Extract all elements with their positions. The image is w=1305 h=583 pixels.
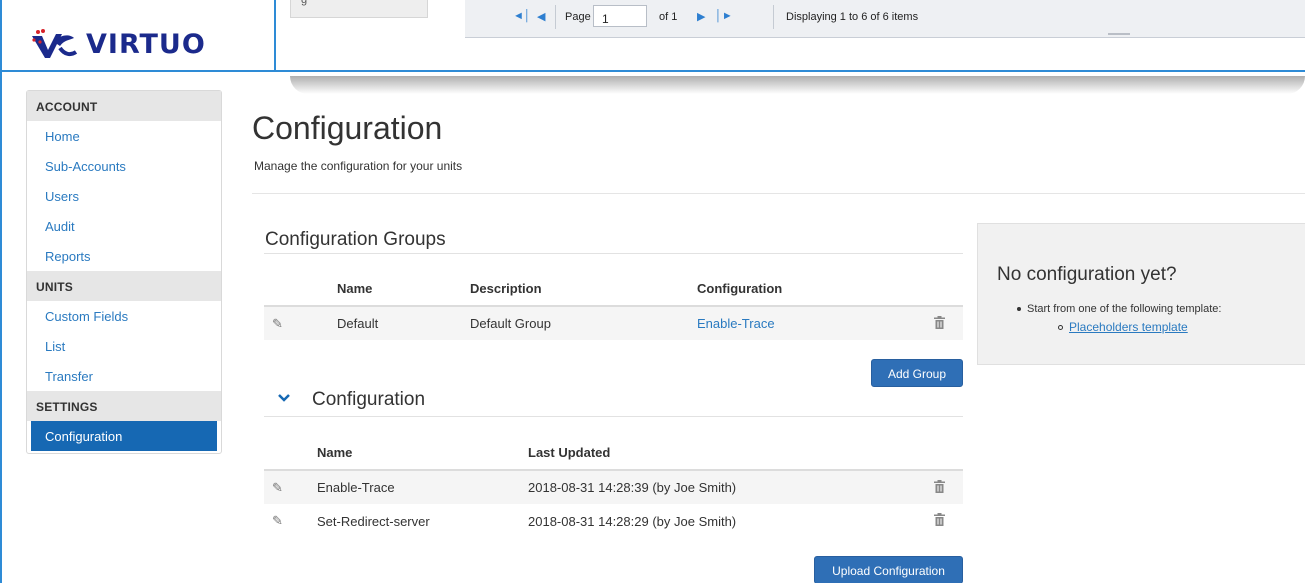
page-number-input[interactable]: 1 (593, 5, 647, 27)
empty-state-text: Start from one of the following template… (1027, 303, 1222, 315)
edit-icon[interactable]: ✎ (272, 316, 283, 331)
add-group-button[interactable]: Add Group (871, 359, 963, 387)
sidebar-item-custom-fields[interactable]: Custom Fields (27, 301, 221, 331)
header-divider (0, 70, 276, 72)
sidebar-item-list[interactable]: List (27, 331, 221, 361)
edit-icon[interactable]: ✎ (272, 480, 283, 495)
trash-icon[interactable] (934, 315, 945, 329)
pager-separator (555, 5, 556, 29)
config-name: Set-Redirect-server (317, 513, 430, 529)
sub-bullet-icon (1058, 325, 1063, 331)
section-divider (264, 416, 963, 417)
group-name: Default (337, 306, 470, 340)
next-page-icon[interactable]: ▶ (697, 10, 705, 23)
trash-icon[interactable] (934, 479, 945, 493)
chevron-down-icon[interactable] (277, 391, 291, 405)
bullet-icon (1017, 307, 1021, 312)
window-frame-left (0, 0, 2, 583)
resize-grip[interactable] (1108, 33, 1130, 35)
sidebar-heading-account: ACCOUNT (27, 91, 221, 121)
sidebar-item-home[interactable]: Home (27, 121, 221, 151)
column-header-configuration[interactable]: Configuration (697, 272, 913, 307)
sidebar-item-users[interactable]: Users (27, 181, 221, 211)
page-label: Page (565, 11, 591, 23)
trash-icon[interactable] (934, 513, 945, 526)
pager-separator (773, 5, 774, 29)
column-header-last-updated[interactable]: Last Updated (528, 436, 913, 471)
groups-section-title: Configuration Groups (265, 229, 446, 250)
column-header-description[interactable]: Description (470, 272, 697, 307)
column-header-edit (264, 272, 337, 307)
group-description: Default Group (470, 306, 697, 340)
empty-state-panel: No configuration yet? Start from one of … (977, 223, 1305, 365)
column-header-actions (913, 436, 963, 471)
group-configuration-link[interactable]: Enable-Trace (697, 316, 775, 331)
configurations-table: Name Last Updated ✎ Enable-Trace 2018-08… (264, 436, 963, 538)
template-list-item: Placeholders template (1058, 320, 1188, 334)
column-header-actions (913, 272, 963, 307)
popup-cell-text: g (301, 0, 308, 6)
page-title: Configuration (252, 110, 443, 146)
sidebar-item-configuration[interactable]: Configuration (31, 421, 217, 451)
configuration-section-title[interactable]: Configuration (312, 389, 425, 411)
table-row: ✎ Set-Redirect-server 2018-08-31 14:28:2… (264, 504, 963, 538)
brand-name: VIRTUO (86, 28, 206, 60)
column-header-name[interactable]: Name (317, 436, 528, 471)
pager-status: Displaying 1 to 6 of 6 items (786, 11, 919, 23)
empty-state-bullet: Start from one of the following template… (1017, 303, 1221, 315)
column-header-name[interactable]: Name (337, 272, 470, 307)
config-name: Enable-Trace (317, 470, 528, 504)
sidebar-item-sub-accounts[interactable]: Sub-Accounts (27, 151, 221, 181)
sidebar-nav: ACCOUNT Home Sub-Accounts Users Audit Re… (26, 90, 222, 454)
table-row: ✎ Default Default Group Enable-Trace (264, 306, 963, 340)
section-divider (264, 253, 963, 254)
empty-state-title: No configuration yet? (997, 264, 1177, 285)
sidebar-heading-units: UNITS (27, 271, 221, 301)
placeholders-template-link[interactable]: Placeholders template (1069, 320, 1188, 334)
sidebar-heading-settings: SETTINGS (27, 391, 221, 421)
table-row: ✎ Enable-Trace 2018-08-31 14:28:39 (by J… (264, 470, 963, 504)
config-last-updated: 2018-08-31 14:28:39 (by Joe Smith) (528, 470, 913, 504)
groups-table: Name Description Configuration ✎ Default… (264, 272, 963, 340)
popup-border-bottom (276, 70, 1305, 72)
popup-list-cell[interactable]: g (290, 0, 428, 18)
pagination-toolbar: ◄│ ◀ Page 1 of 1 ▶ │► Displaying 1 to 6 … (465, 0, 1305, 38)
column-header-edit (264, 436, 317, 471)
page-subtitle: Manage the configuration for your units (254, 159, 463, 173)
upload-configuration-button[interactable]: Upload Configuration (814, 556, 963, 583)
virtuo-logo-icon (32, 29, 78, 58)
previous-page-icon[interactable]: ◀ (537, 10, 545, 23)
sidebar-item-transfer[interactable]: Transfer (27, 361, 221, 391)
first-page-icon[interactable]: ◄│ (513, 10, 531, 22)
last-page-icon[interactable]: │► (715, 10, 733, 22)
sidebar-item-reports[interactable]: Reports (27, 241, 221, 271)
sidebar-item-audit[interactable]: Audit (27, 211, 221, 241)
page-total-label: of 1 (659, 11, 678, 23)
edit-icon[interactable]: ✎ (272, 513, 283, 528)
brand-logo[interactable]: VIRTUO (30, 28, 206, 60)
title-divider (252, 193, 1305, 194)
popup-shadow (290, 76, 1305, 94)
config-last-updated: 2018-08-31 14:28:29 (by Joe Smith) (528, 513, 737, 529)
